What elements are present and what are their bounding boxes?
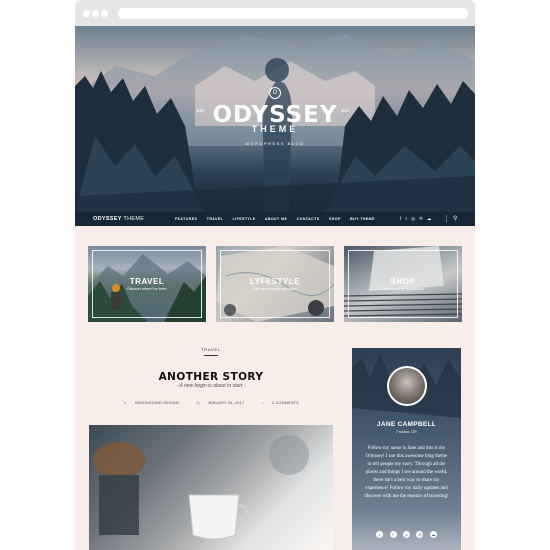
address-bar[interactable] <box>118 8 468 19</box>
author-meta[interactable]: ☺ INDEXHOUND DESIGN <box>119 401 183 405</box>
soundcloud-icon[interactable]: ☁ <box>427 216 432 221</box>
window-dot-icon <box>92 10 99 17</box>
nav-divider <box>446 215 447 223</box>
category-card-lifestyle[interactable]: LYFESTYLE Get my moments and habits <box>216 246 334 322</box>
instagram-icon[interactable]: ◎ <box>416 531 424 538</box>
pinterest-icon[interactable]: ℗ <box>419 216 422 221</box>
pinterest-icon[interactable]: p <box>403 531 410 538</box>
post-date: JANUARY 25, 2017 <box>207 401 245 405</box>
nav-item-features[interactable]: FEATURES <box>175 217 197 221</box>
author-name: JANE CAMPBELL <box>376 421 437 428</box>
hero-header: O EST 2017 ODYSSEY THEME WORDPRESS BLOG <box>75 26 475 212</box>
author-location: Portland, OR <box>396 430 417 434</box>
instagram-icon[interactable]: ◎ <box>411 216 415 221</box>
post-subtitle: - A new begin is about to start - <box>176 383 246 389</box>
nav-item-lifestyle[interactable]: LIFESTYLE <box>233 217 256 221</box>
nav-menu: FEATURES TRAVEL LIFESTYLE ABOUT ME CONTA… <box>175 217 383 221</box>
site-tagline: WORDPRESS BLOG <box>245 141 305 146</box>
browser-toolbar <box>75 0 475 26</box>
facebook-icon[interactable]: f <box>376 531 384 538</box>
post-author: INDEXHOUND DESIGN <box>135 401 180 405</box>
post-comments: 2 COMMENTS <box>272 401 299 405</box>
nav-item-shop[interactable]: SHOP <box>329 217 341 221</box>
card-title: SHOP <box>390 277 416 286</box>
author-social-links: f t p ◎ ☁ <box>352 523 461 541</box>
nav-item-travel[interactable]: TRAVEL <box>207 217 224 221</box>
post-category-underline <box>204 355 218 356</box>
category-card-travel[interactable]: TRAVEL Discover where I've been <box>88 246 206 322</box>
avatar[interactable] <box>387 366 427 406</box>
nav-brand[interactable]: ODYSSEY THEME <box>93 216 144 222</box>
twitter-icon[interactable]: t <box>406 216 407 221</box>
comments-meta[interactable]: ◌ 2 COMMENTS <box>258 401 303 405</box>
nav-brand-bold: ODYSSEY <box>93 216 122 222</box>
card-subtitle: Take a look at my products <box>382 287 424 291</box>
window-dot-icon <box>83 10 90 17</box>
comment-icon: ◌ <box>261 401 264 405</box>
date-meta: ◷ JANUARY 25, 2017 <box>192 401 248 405</box>
post-meta: ☺ INDEXHOUND DESIGN ◷ JANUARY 25, 2017 ◌ 2 … <box>89 401 333 405</box>
author-widget: JANE CAMPBELL Portland, OR Follow my nam… <box>352 348 461 550</box>
site-logo-subtitle: THEME <box>251 124 299 134</box>
monogram-badge: O <box>269 87 281 99</box>
nav-item-about[interactable]: ABOUT ME <box>265 217 287 221</box>
card-title: LYFESTYLE <box>250 277 300 286</box>
nav-item-buy-theme[interactable]: BUY THEME <box>350 217 375 221</box>
nav-social: f t ◎ ℗ ☁ <box>400 216 434 222</box>
card-subtitle: Discover where I've been <box>127 287 167 291</box>
soundcloud-icon[interactable]: ☁ <box>429 531 437 538</box>
search-icon[interactable]: ⚲ <box>453 215 457 222</box>
twitter-icon[interactable]: t <box>389 531 397 538</box>
post-featured-image[interactable] <box>89 425 333 550</box>
card-title: TRAVEL <box>129 277 165 286</box>
facebook-icon[interactable]: f <box>400 216 401 221</box>
window-dot-icon <box>101 10 108 17</box>
nav-item-contacts[interactable]: CONTACTS <box>297 217 320 221</box>
nav-brand-rest: THEME <box>121 216 145 222</box>
clock-icon: ◷ <box>196 401 200 405</box>
screenshot-frame: O EST 2017 ODYSSEY THEME WORDPRESS BLOG … <box>75 0 475 550</box>
user-icon: ☺ <box>123 401 128 405</box>
category-card-shop[interactable]: SHOP Take a look at my products <box>344 246 462 322</box>
author-bio: Follow my name is Jane and this is my Od… <box>364 446 449 499</box>
post-category[interactable]: TRAVEL <box>89 347 333 352</box>
post-image-art <box>93 435 309 540</box>
card-subtitle: Get my moments and habits <box>253 287 297 291</box>
main-navigation: ODYSSEY THEME FEATURES TRAVEL LIFESTYLE … <box>75 212 475 226</box>
post-title[interactable]: ANOTHER STORY <box>89 371 333 383</box>
page-content: TRAVEL Discover where I've been LYFESTYL… <box>75 226 475 550</box>
